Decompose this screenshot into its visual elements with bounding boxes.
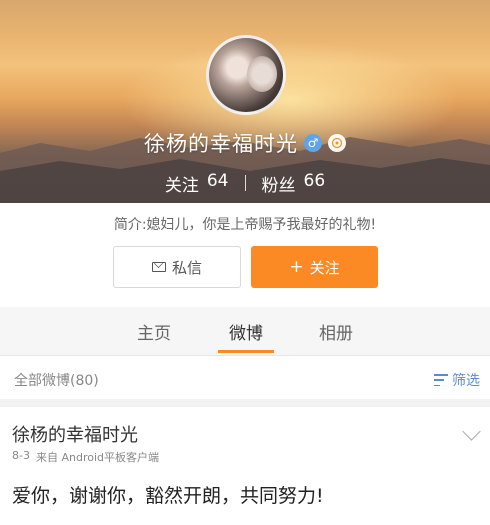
mail-icon xyxy=(151,262,166,272)
message-button-label: 私信 xyxy=(171,258,202,277)
filter-icon xyxy=(434,374,448,386)
profile-intro: 简介:媳妇儿，你是上帝赐予我最好的礼物! xyxy=(113,217,377,233)
section-divider xyxy=(0,399,490,407)
member-badge-icon[interactable] xyxy=(328,134,346,152)
follow-button-label: 关注 xyxy=(309,258,340,277)
post-date: 8-3 xyxy=(12,449,30,462)
post-meta: 8-3 来自 Android平板客户端 xyxy=(12,449,159,465)
tab-album-label: 相册 xyxy=(319,323,353,344)
following-count: 64 xyxy=(206,170,229,191)
fans-label: 粉丝 xyxy=(261,175,296,196)
filter-button[interactable]: 筛选 xyxy=(434,370,480,390)
tab-album[interactable]: 相册 xyxy=(300,307,372,355)
active-tab-indicator xyxy=(218,350,274,353)
avatar[interactable] xyxy=(206,35,286,115)
fans-stat[interactable]: 粉丝 66 xyxy=(262,171,326,196)
following-stat[interactable]: 关注 64 xyxy=(165,171,229,196)
tab-home-label: 主页 xyxy=(137,323,171,344)
profile-actions: 私信 + 关注 xyxy=(0,246,490,288)
message-button[interactable]: 私信 xyxy=(113,246,241,288)
feed-post[interactable]: 徐杨的幸福时光 8-3 来自 Android平板客户端 爱你，谢谢你，豁然开朗，… xyxy=(0,407,490,525)
all-posts-count: 全部微博(80) xyxy=(14,373,99,389)
profile-cover: 徐杨的幸福时光 ♂ 关注 64 粉丝 66 xyxy=(0,0,490,203)
following-label: 关注 xyxy=(164,175,199,196)
stats-row: 关注 64 粉丝 66 xyxy=(0,170,490,196)
avatar-photo xyxy=(247,56,277,92)
feed-filter-bar: 全部微博(80) 筛选 xyxy=(0,366,490,394)
filter-label: 筛选 xyxy=(452,373,480,389)
tab-weibo[interactable]: 微博 xyxy=(210,307,282,355)
follow-button[interactable]: + 关注 xyxy=(251,246,378,288)
chevron-down-icon[interactable] xyxy=(462,422,481,441)
post-text: 爱你，谢谢你，豁然开朗，共同努力! xyxy=(12,485,324,507)
post-source: 来自 Android平板客户端 xyxy=(35,451,159,464)
username-row: 徐杨的幸福时光 ♂ xyxy=(0,128,490,158)
plus-icon: + xyxy=(289,256,304,277)
tab-home[interactable]: 主页 xyxy=(118,307,190,355)
tab-weibo-label: 微博 xyxy=(229,323,263,344)
username: 徐杨的幸福时光 xyxy=(144,132,298,156)
post-author[interactable]: 徐杨的幸福时光 xyxy=(12,421,138,447)
fans-count: 66 xyxy=(303,170,326,191)
stats-divider xyxy=(244,175,246,191)
male-gender-icon: ♂ xyxy=(304,134,322,152)
profile-tabs: 主页 微博 相册 xyxy=(0,307,490,356)
